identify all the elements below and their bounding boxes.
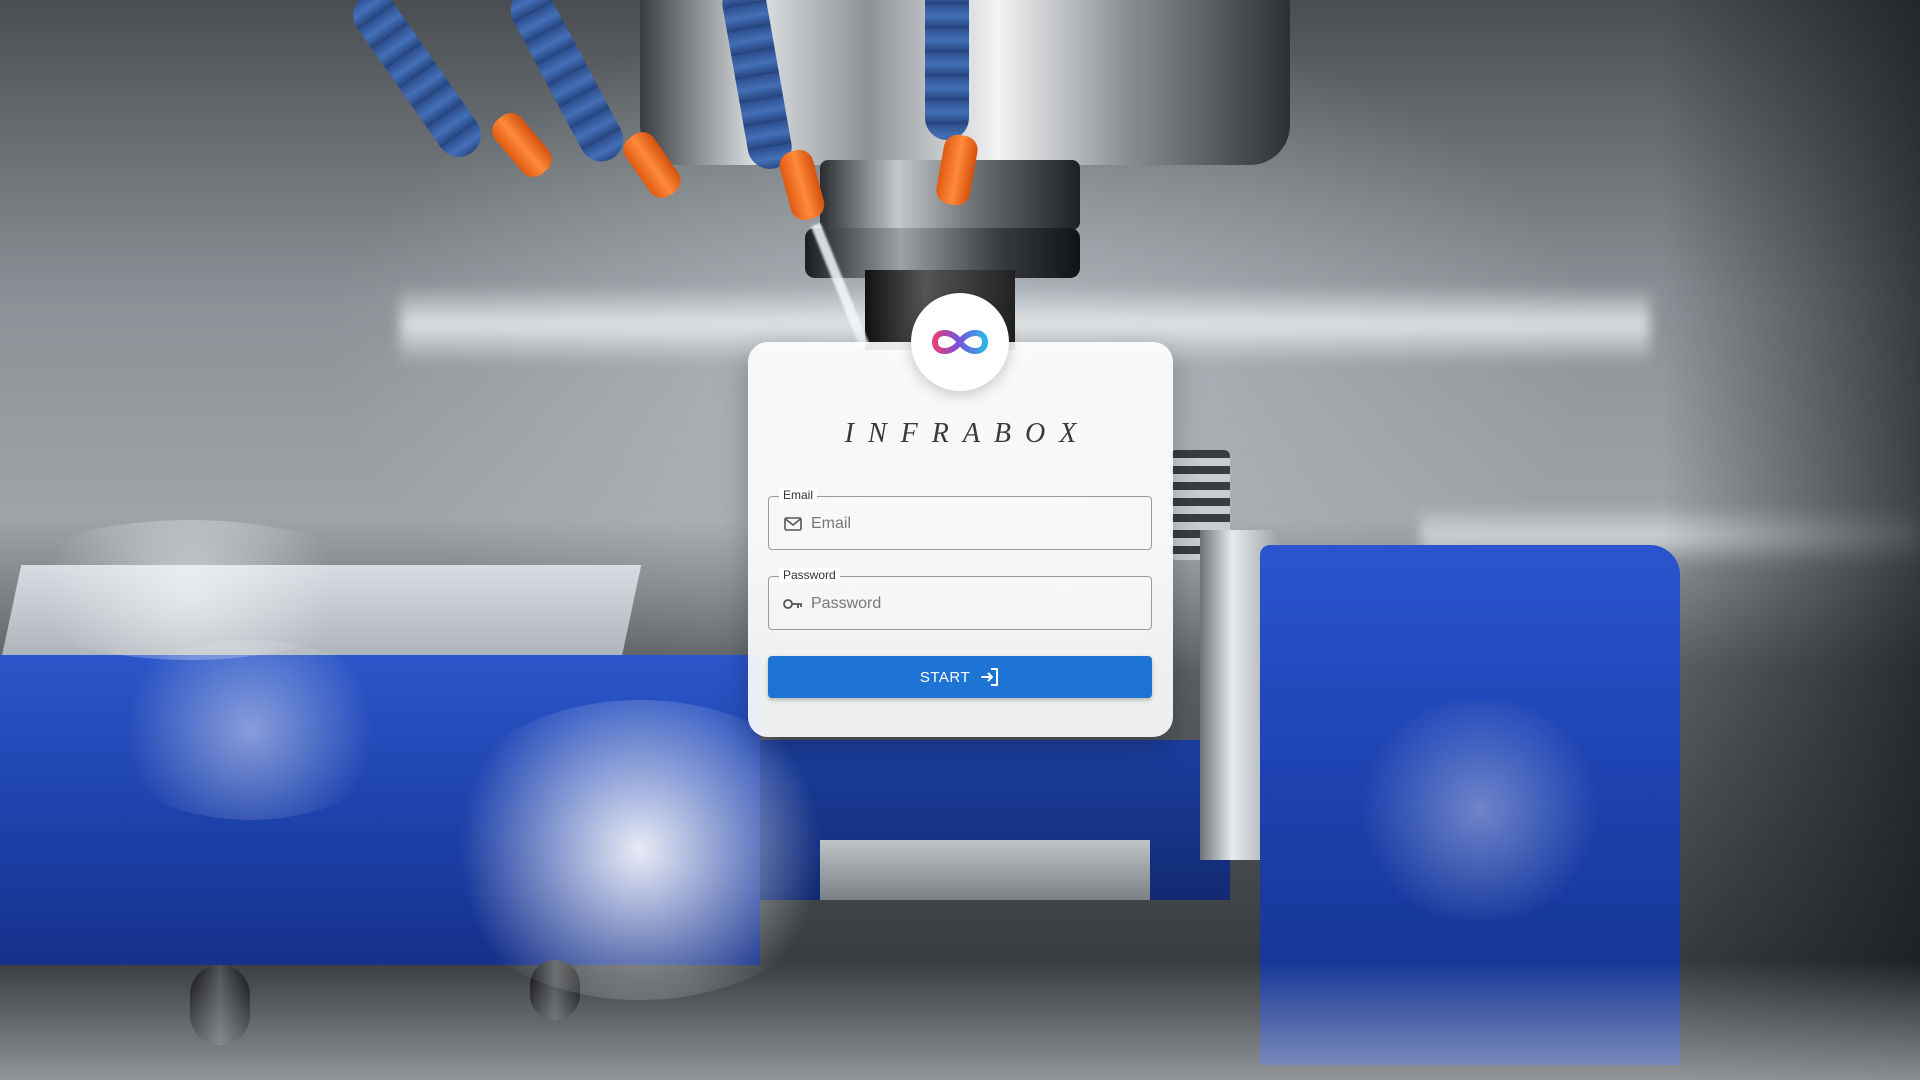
background-shadow xyxy=(1660,0,1920,1080)
workpiece xyxy=(820,840,1150,900)
mail-icon xyxy=(783,515,803,533)
coolant-splash xyxy=(430,700,850,1000)
password-input[interactable] xyxy=(809,577,1143,631)
coolant-hose xyxy=(925,0,969,140)
infinity-icon xyxy=(931,330,989,354)
coolant-splash xyxy=(100,640,400,820)
key-icon xyxy=(783,595,803,613)
email-field[interactable]: Email xyxy=(768,488,1152,551)
login-icon xyxy=(980,667,1000,687)
coolant-pool xyxy=(0,960,1920,1080)
brand-logo xyxy=(911,293,1009,391)
start-button[interactable]: START xyxy=(768,656,1152,698)
email-input[interactable] xyxy=(809,497,1143,551)
brand-name: INFRABOX xyxy=(844,418,1091,449)
password-field[interactable]: Password xyxy=(768,568,1152,631)
coolant-splash xyxy=(1350,700,1610,920)
coolant-splash xyxy=(0,520,380,660)
start-button-label: START xyxy=(919,668,971,686)
